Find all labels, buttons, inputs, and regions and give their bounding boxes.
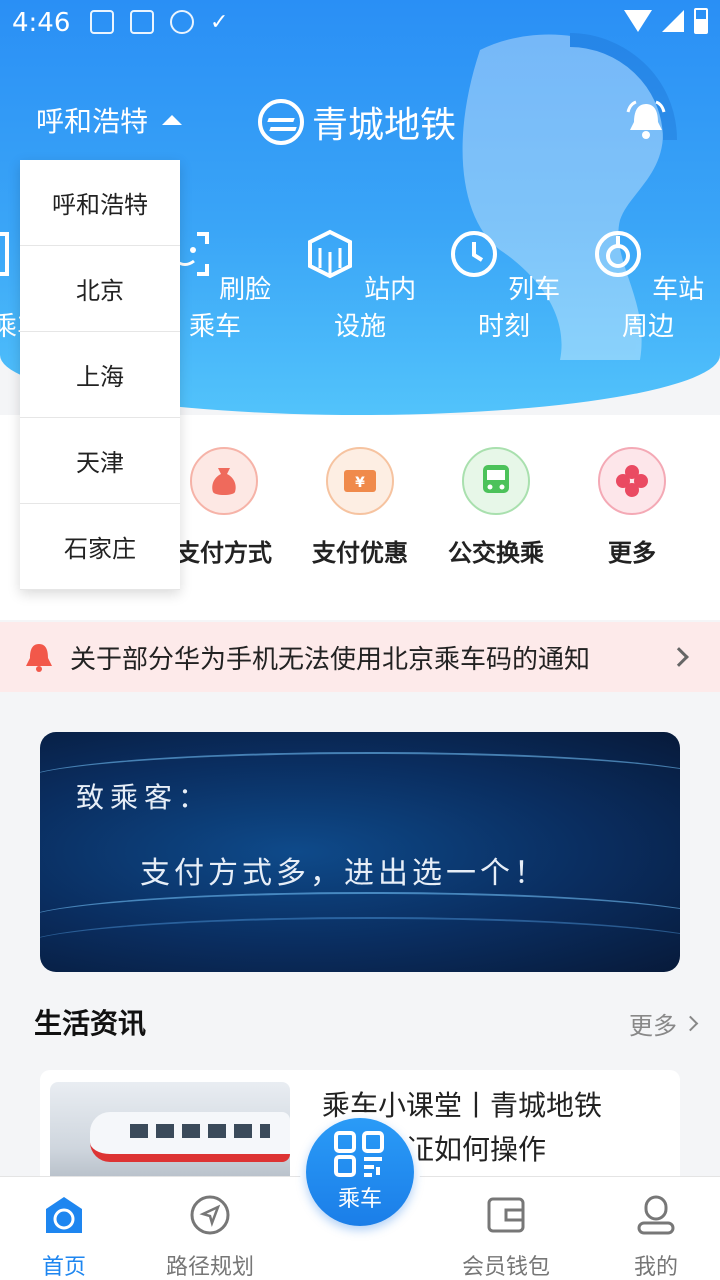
wallet-icon: [487, 1197, 525, 1233]
nav-route-label: 路径规划: [165, 1255, 254, 1280]
app-brand: 青城地铁: [258, 96, 456, 148]
quick-label: 车站周边: [621, 275, 705, 342]
chevron-right-icon: [682, 1015, 699, 1032]
alert-bell-icon: [26, 644, 52, 672]
nav-home[interactable]: 首页: [4, 1195, 124, 1280]
quick-label: 列车时刻: [477, 275, 561, 342]
news-more-link[interactable]: 更多: [629, 1006, 699, 1041]
wifi-icon: [624, 10, 652, 32]
navigation-compass-icon: [190, 1195, 230, 1235]
check-icon: ✓: [210, 10, 229, 35]
city-selector[interactable]: 呼和浩特: [36, 100, 183, 140]
more-icon: [598, 447, 666, 515]
quick-facilities[interactable]: 站内设施: [295, 228, 425, 343]
app-title: 青城地铁: [312, 105, 457, 146]
city-selector-label: 呼和浩特: [36, 105, 149, 138]
nearby-icon: [594, 231, 641, 277]
train-illustration: [90, 1112, 290, 1162]
city-option-shanghai[interactable]: 上海: [20, 332, 180, 418]
scan-icon: [0, 232, 9, 276]
news-more-label: 更多: [629, 1012, 677, 1040]
clock-icon: [450, 231, 497, 277]
chevron-right-icon: [669, 647, 689, 667]
notice-bar[interactable]: 关于部分华为手机无法使用北京乘车码的通知: [0, 622, 720, 692]
quick-label: 站内设施: [333, 275, 417, 342]
ride-button-label: 乘车: [337, 1187, 382, 1212]
facility-icon: [307, 229, 352, 279]
service-bus-transfer[interactable]: 公交换乘: [426, 447, 566, 568]
ride-button-inner: 乘车: [306, 1118, 414, 1226]
quick-label: 刷脸乘车: [188, 275, 272, 342]
battery-icon: [694, 8, 708, 34]
user-icon: [637, 1195, 675, 1235]
promo-banner[interactable]: 致乘客： 支付方式多，进出选一个！: [40, 732, 680, 972]
news-section-title: 生活资讯: [34, 1007, 147, 1040]
banner-greeting: 致乘客：: [76, 781, 213, 814]
service-label: 公交换乘: [448, 539, 544, 567]
caret-up-icon: [162, 115, 183, 125]
banner-wave-decoration: [40, 917, 680, 972]
ride-button[interactable]: 乘车: [300, 1112, 420, 1232]
svg-text:¥: ¥: [355, 475, 365, 491]
status-bar: 4:46 ✓: [0, 0, 720, 50]
city-option-beijing[interactable]: 北京: [20, 246, 180, 332]
city-option-shijiazhuang[interactable]: 石家庄: [20, 504, 180, 590]
home-icon: [46, 1197, 82, 1233]
quick-timetable[interactable]: 列车时刻: [439, 228, 569, 343]
nav-route-planning[interactable]: 路径规划: [150, 1195, 270, 1280]
vpn-icon: [170, 10, 194, 34]
notification-bell-icon[interactable]: [624, 98, 668, 142]
banner-message: 支付方式多，进出选一个！: [140, 856, 548, 891]
service-payment-discounts[interactable]: ¥ 支付优惠: [290, 447, 430, 568]
notification-icons: ✓: [90, 10, 228, 35]
bus-icon: [462, 447, 530, 515]
nav-home-label: 首页: [41, 1255, 86, 1280]
system-icons: [624, 8, 708, 34]
city-dropdown: 呼和浩特 北京 上海 天津 石家庄: [20, 160, 180, 590]
metro-logo-icon: [258, 99, 304, 145]
nav-wallet-label: 会员钱包: [461, 1255, 550, 1280]
notice-text: 关于部分华为手机无法使用北京乘车码的通知: [70, 644, 591, 675]
service-more[interactable]: 更多: [562, 447, 702, 568]
quick-nearby[interactable]: 车站周边: [583, 228, 713, 343]
news-section-header: 生活资讯 更多: [34, 1002, 699, 1042]
city-option-hohhot[interactable]: 呼和浩特: [20, 160, 180, 246]
service-label: 更多: [608, 539, 656, 567]
money-bag-icon: [190, 447, 258, 515]
coupon-icon: ¥: [326, 447, 394, 515]
nav-mine-label: 我的: [633, 1255, 678, 1280]
service-label: 支付优惠: [312, 539, 408, 567]
font-icon: [130, 10, 154, 34]
city-option-tianjin[interactable]: 天津: [20, 418, 180, 504]
signal-icon: [662, 10, 684, 32]
service-label: 支付方式: [176, 539, 272, 567]
qr-code-icon: [334, 1131, 384, 1177]
nav-mine[interactable]: 我的: [596, 1195, 716, 1280]
nav-wallet[interactable]: 会员钱包: [446, 1195, 566, 1280]
status-time: 4:46: [12, 8, 71, 38]
image-icon: [90, 10, 114, 34]
